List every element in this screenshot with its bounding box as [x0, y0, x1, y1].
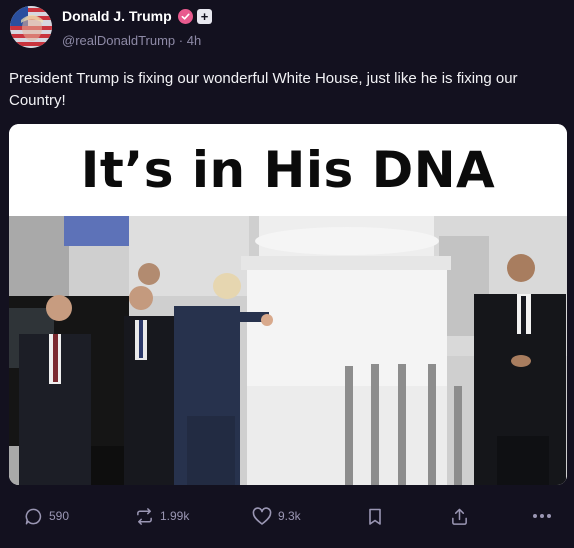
heart-icon: [252, 506, 272, 525]
author-name[interactable]: Donald J. Trump: [62, 8, 172, 24]
plus-badge-icon: +: [197, 9, 212, 24]
reply-button[interactable]: 590: [24, 498, 69, 534]
repost-icon: [137, 507, 152, 525]
bookmark-icon: [369, 508, 381, 525]
action-bar: 590 1.99k 9.3k: [0, 498, 574, 534]
post-timestamp[interactable]: · 4h: [179, 33, 201, 48]
author-handle-line: @realDonaldTrump · 4h: [62, 33, 201, 48]
more-options-button[interactable]: [532, 498, 552, 534]
more-dots-icon: [533, 514, 551, 518]
avatar[interactable]: [10, 6, 52, 48]
repost-button[interactable]: 1.99k: [135, 498, 189, 534]
verified-check-icon: [178, 9, 193, 24]
media-headline: It’s in His DNA: [9, 124, 567, 216]
share-button[interactable]: [450, 498, 469, 534]
like-count: 9.3k: [278, 509, 301, 523]
bookmark-button[interactable]: [367, 498, 383, 534]
repost-count: 1.99k: [160, 509, 190, 523]
post-text: President Trump is fixing our wonderful …: [9, 70, 518, 109]
photo-white-house-column: [9, 216, 567, 485]
author-handle[interactable]: @realDonaldTrump: [62, 33, 175, 48]
reply-icon: [25, 508, 42, 524]
post-card: Donald J. Trump + @realDonaldTrump · 4h …: [0, 0, 574, 548]
share-icon: [452, 508, 467, 525]
like-button[interactable]: 9.3k: [252, 498, 301, 534]
post-media[interactable]: It’s in His DNA: [9, 124, 567, 485]
reply-count: 590: [49, 509, 70, 523]
